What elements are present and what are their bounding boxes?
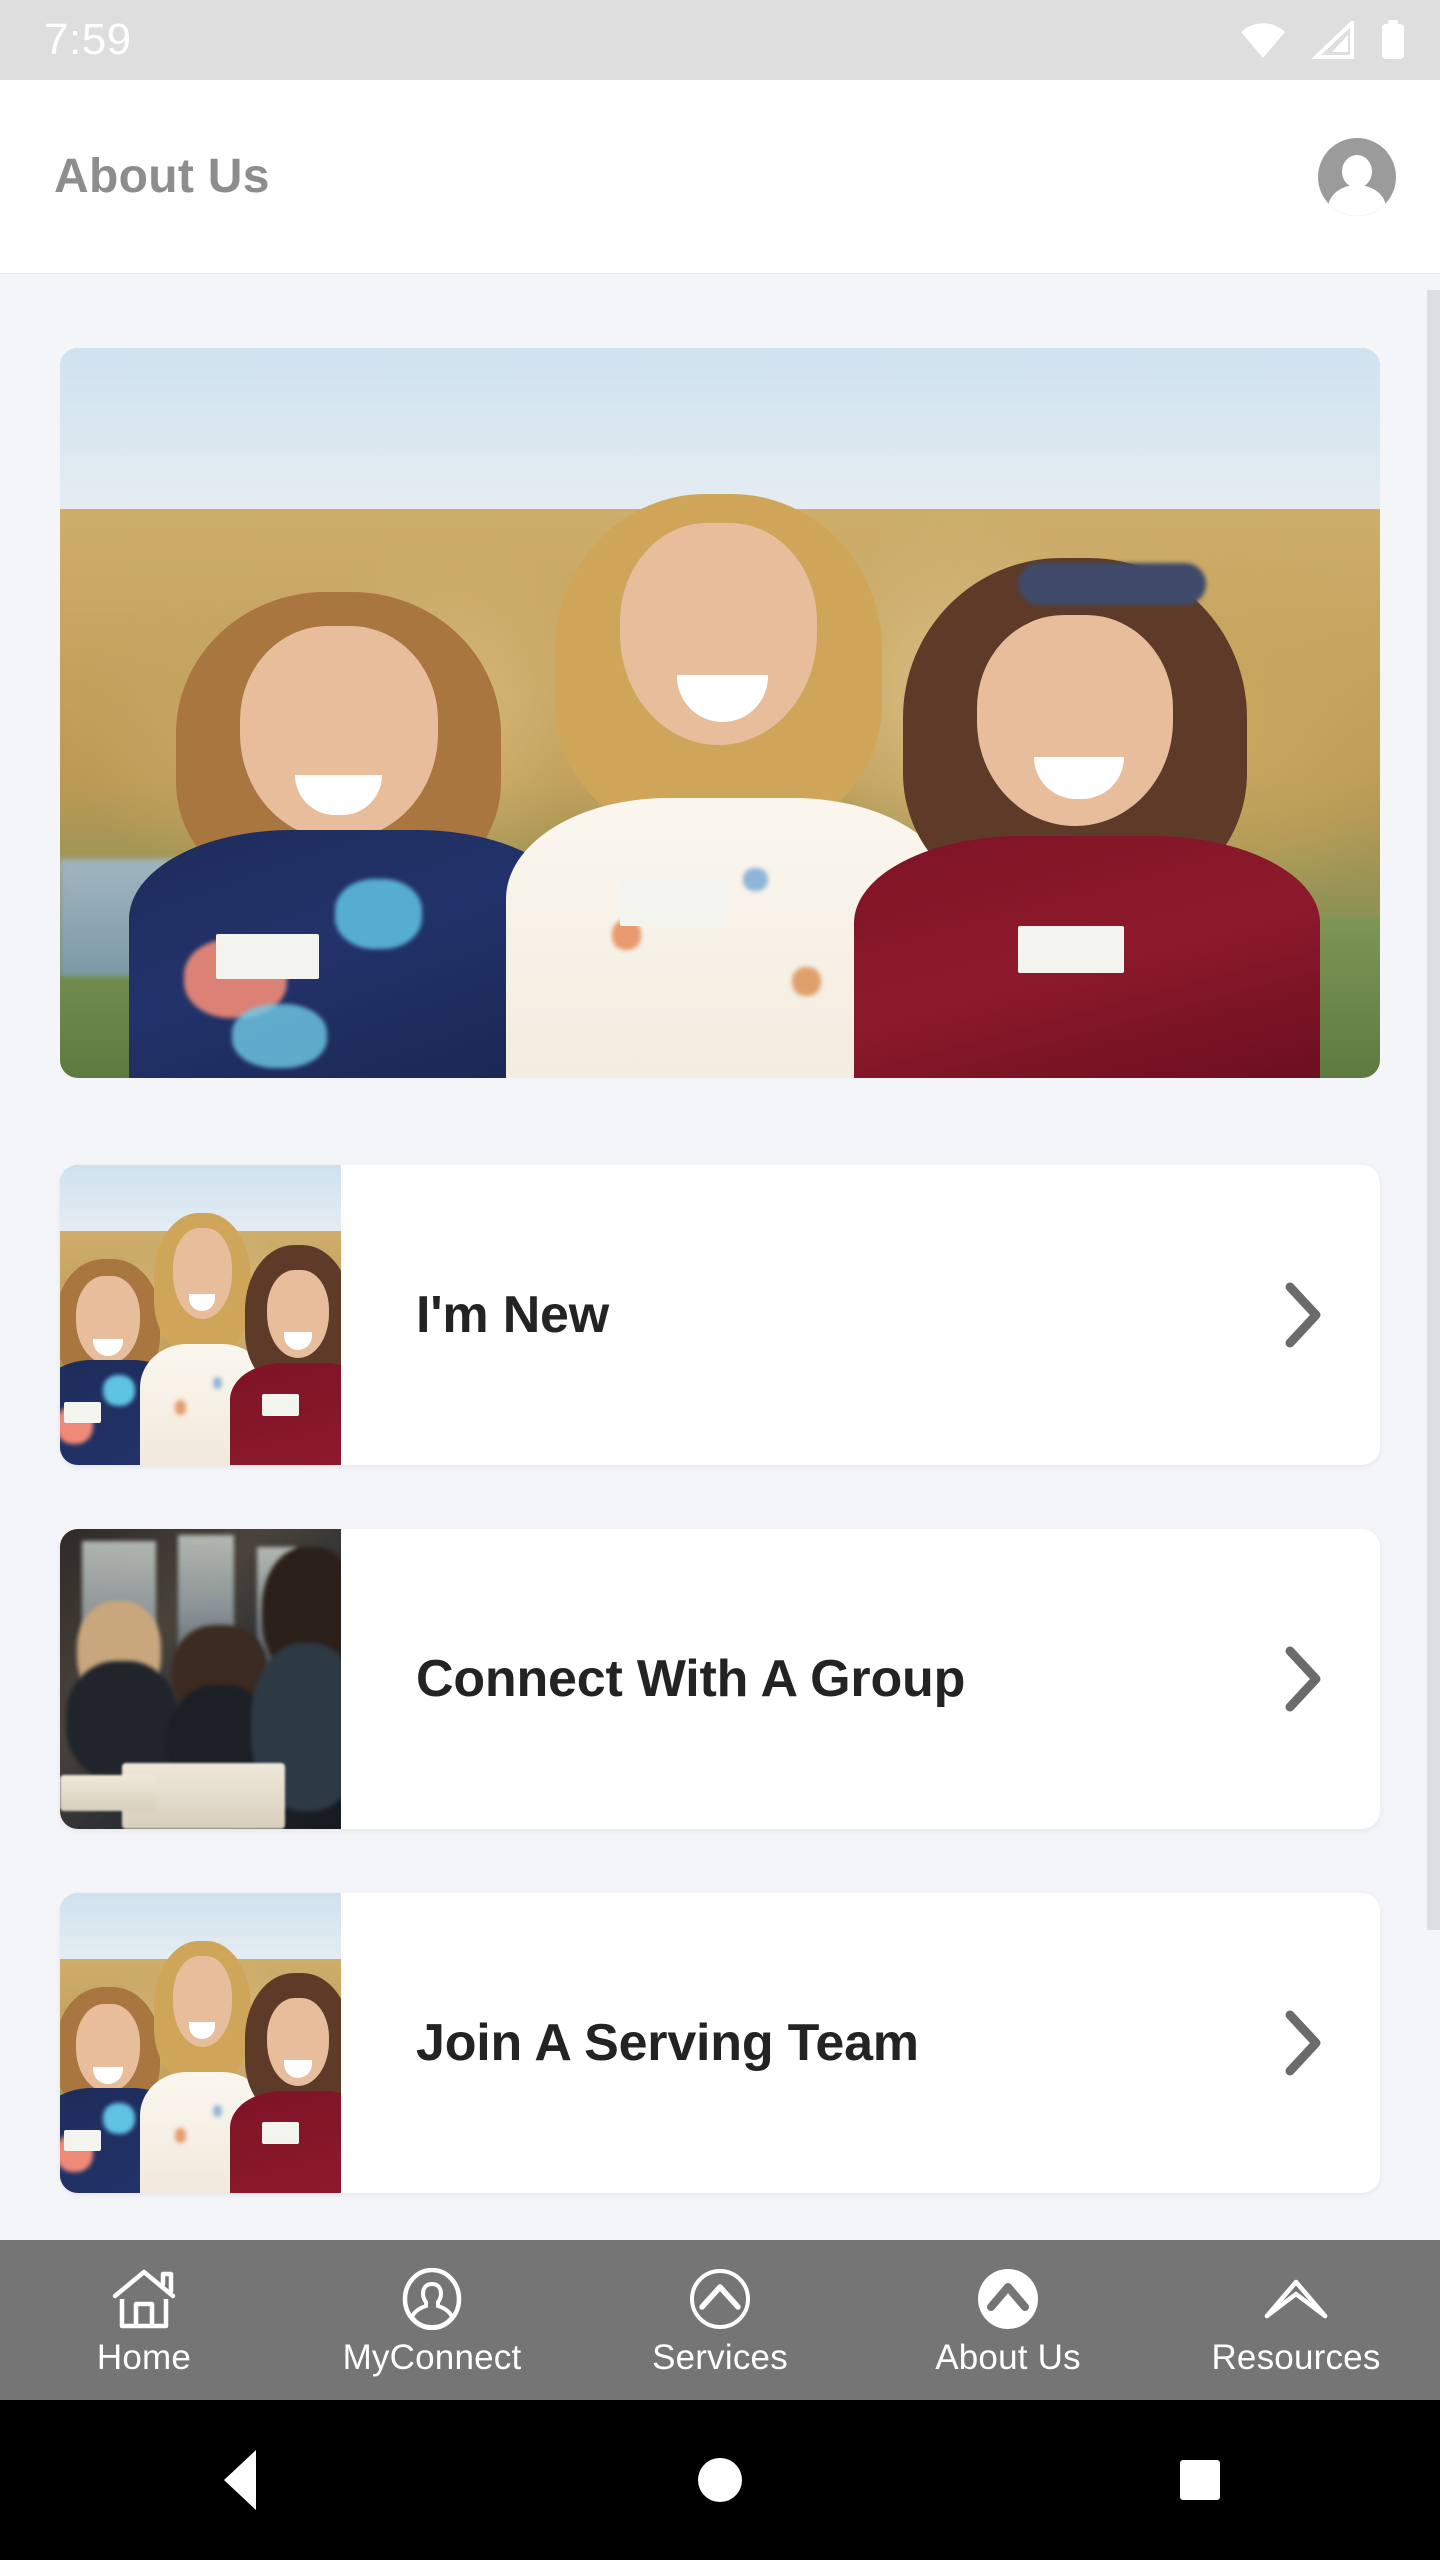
vertical-scrollbar[interactable] xyxy=(1427,290,1440,1930)
android-home-button[interactable] xyxy=(480,2458,960,2502)
chevron-up-circle-icon xyxy=(689,2268,751,2330)
chevron-right-icon[interactable] xyxy=(1278,2007,1324,2079)
tab-label: Services xyxy=(652,2338,788,2377)
circle-icon xyxy=(698,2458,742,2502)
scroll-content[interactable]: I'm New Connect With A Group Join A Serv… xyxy=(0,273,1440,2260)
about-links-list: I'm New Connect With A Group Join A Serv… xyxy=(0,1165,1440,2260)
list-item-label: Connect With A Group xyxy=(416,1650,966,1708)
chevron-up-icon xyxy=(1262,2268,1330,2330)
chevron-up-circle-filled-icon xyxy=(977,2268,1039,2330)
status-bar-icons xyxy=(1240,20,1406,60)
page-title: About Us xyxy=(54,150,270,203)
avatar-head xyxy=(1342,154,1372,188)
tab-resources[interactable]: Resources xyxy=(1152,2240,1440,2400)
list-item-thumbnail xyxy=(60,1165,341,1465)
status-bar: 7:59 xyxy=(0,0,1440,80)
thumb-photo-art xyxy=(60,1529,341,1829)
android-navigation-bar xyxy=(0,2400,1440,2560)
list-item-thumbnail xyxy=(60,1529,341,1829)
app-bar: About Us xyxy=(0,80,1440,273)
battery-icon xyxy=(1382,20,1404,59)
triangle-left-icon xyxy=(224,2450,256,2510)
chevron-right-icon[interactable] xyxy=(1278,1279,1324,1351)
list-item[interactable]: Connect With A Group xyxy=(60,1529,1380,1829)
tab-label: Resources xyxy=(1211,2338,1381,2377)
android-back-button[interactable] xyxy=(0,2450,480,2510)
status-bar-clock: 7:59 xyxy=(44,15,132,64)
chevron-right-icon[interactable] xyxy=(1278,1643,1324,1715)
cellular-signal-icon xyxy=(1312,21,1354,59)
person-oval-icon xyxy=(401,2268,463,2330)
square-icon xyxy=(1180,2460,1220,2500)
list-item-body: I'm New xyxy=(341,1165,1380,1465)
phone-screen: 7:59 About Us I'm New Connect With A Gro… xyxy=(0,0,1440,2560)
hero-image[interactable] xyxy=(60,348,1380,1078)
list-item-label: Join A Serving Team xyxy=(416,2014,919,2072)
list-item-body: Connect With A Group xyxy=(341,1529,1380,1829)
list-item[interactable]: Join A Serving Team xyxy=(60,1893,1380,2193)
list-item[interactable]: I'm New xyxy=(60,1165,1380,1465)
tab-about-us[interactable]: About Us xyxy=(864,2240,1152,2400)
tab-home[interactable]: Home xyxy=(0,2240,288,2400)
avatar-body xyxy=(1328,184,1386,216)
thumb-photo-art xyxy=(60,1165,341,1465)
thumb-photo-art xyxy=(60,1893,341,2193)
list-item-thumbnail xyxy=(60,1893,341,2193)
tab-services[interactable]: Services xyxy=(576,2240,864,2400)
android-recents-button[interactable] xyxy=(960,2460,1440,2500)
list-item-label: I'm New xyxy=(416,1286,610,1344)
tab-myconnect[interactable]: MyConnect xyxy=(288,2240,576,2400)
bottom-tab-bar: Home MyConnect Services About Us Resourc… xyxy=(0,2240,1440,2400)
hero-photo-art xyxy=(60,348,1380,1078)
user-avatar-icon[interactable] xyxy=(1318,137,1396,216)
tab-label: MyConnect xyxy=(342,2338,522,2377)
wifi-icon xyxy=(1241,23,1285,58)
tab-label: About Us xyxy=(935,2338,1081,2377)
list-item-body: Join A Serving Team xyxy=(341,1893,1380,2193)
home-icon xyxy=(111,2268,177,2330)
tab-label: Home xyxy=(96,2338,192,2377)
